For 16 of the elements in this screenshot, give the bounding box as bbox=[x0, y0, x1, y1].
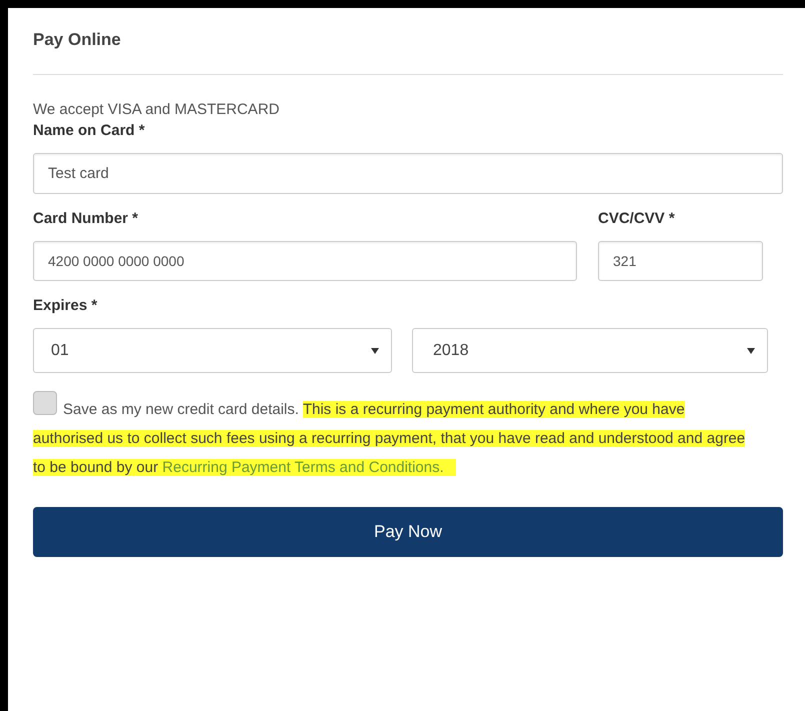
field-label: CVC/CVV * bbox=[598, 210, 676, 227]
panel-title: Pay Online bbox=[33, 30, 122, 51]
cvc-field[interactable]: 321 bbox=[598, 241, 763, 281]
field-label: Name on Card * bbox=[33, 122, 146, 139]
pay-now-button[interactable]: Pay Now bbox=[33, 507, 783, 557]
intro-text: We accept VISA and MASTERCARD bbox=[33, 101, 280, 118]
name-field[interactable]: Test card bbox=[33, 153, 783, 194]
year-select[interactable]: 2018 bbox=[412, 328, 768, 373]
field-label: Card Number * bbox=[33, 210, 140, 227]
checkbox[interactable] bbox=[33, 391, 57, 415]
month-select[interactable]: 01 bbox=[33, 328, 392, 373]
card-number-field[interactable]: 4200 0000 0000 0000 bbox=[33, 241, 577, 281]
consent-text: Save as my new credit card details. This is a recurring payment authority and where you have authorised us to collect such fees using a recurring payment, that you have read and understood and agree to be bound by our Recurring Payment Terms and Conditions. bbox=[33, 400, 746, 478]
caret-icon bbox=[747, 348, 755, 354]
field-label: Expires * bbox=[33, 297, 98, 314]
caret-icon bbox=[371, 348, 379, 354]
